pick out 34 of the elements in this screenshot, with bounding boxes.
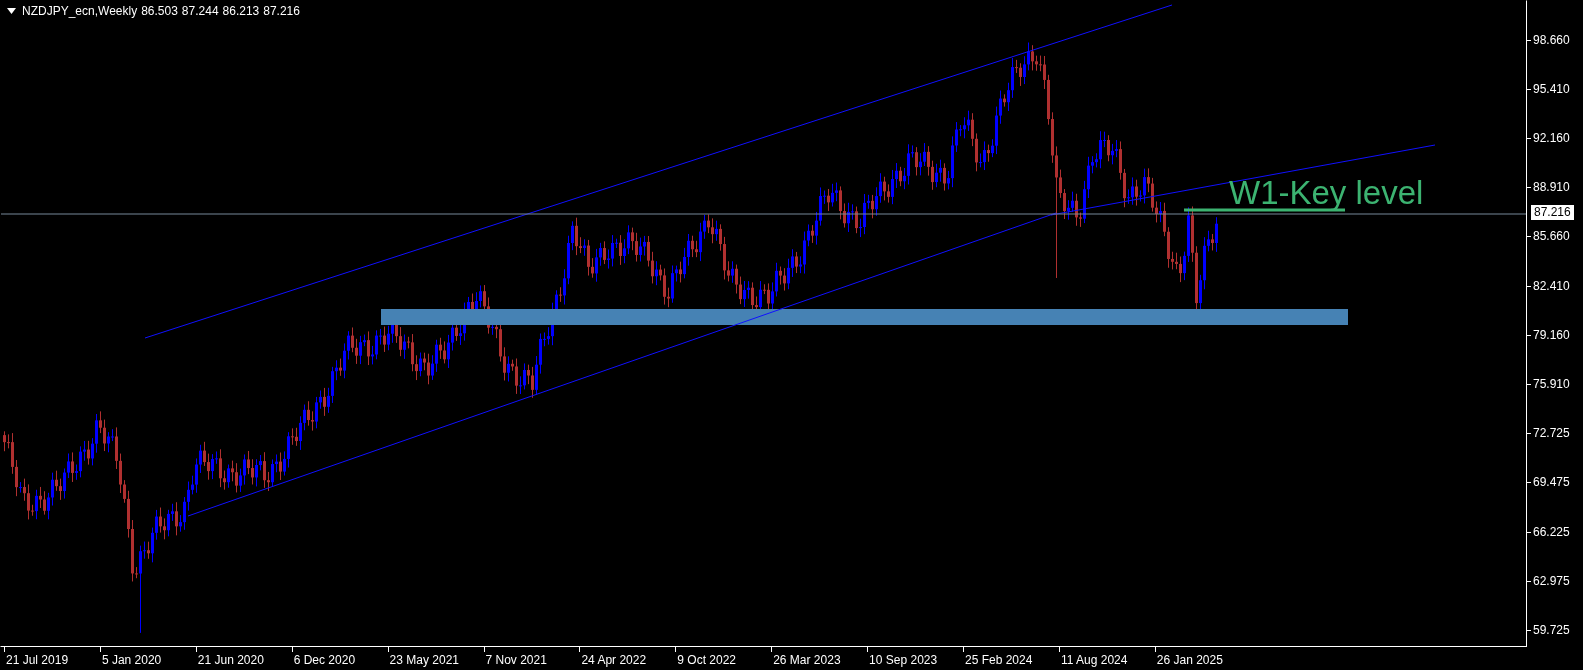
price-label: 69.475 xyxy=(1533,474,1570,491)
price-label: 98.660 xyxy=(1533,31,1570,48)
date-label: 25 Feb 2024 xyxy=(965,653,1033,667)
symbol-title: NZDJPY_ecn,Weekly xyxy=(22,4,138,18)
date-label: 23 May 2021 xyxy=(389,653,459,667)
price-label: 92.160 xyxy=(1533,129,1570,146)
date-label: 9 Oct 2022 xyxy=(677,653,736,667)
price-label: 88.910 xyxy=(1533,179,1570,196)
price-label: 72.725 xyxy=(1533,425,1570,442)
date-label: 24 Apr 2022 xyxy=(581,653,647,667)
ohlc-value: 87.216 xyxy=(263,4,300,18)
ohlc-value: 87.244 xyxy=(181,4,219,18)
dropdown-icon[interactable] xyxy=(7,8,16,14)
date-label: 11 Aug 2024 xyxy=(1060,653,1128,667)
date-label: 21 Jul 2019 xyxy=(6,653,69,667)
ohlc-value: 86.213 xyxy=(222,4,260,18)
price-label: 82.410 xyxy=(1533,277,1570,294)
date-label: 7 Nov 2021 xyxy=(485,653,547,667)
price-label: 66.225 xyxy=(1533,523,1570,540)
date-label: 6 Dec 2020 xyxy=(293,653,356,667)
price-label: 59.725 xyxy=(1533,621,1570,638)
price-label: 79.160 xyxy=(1533,326,1570,343)
date-label: 26 Jan 2025 xyxy=(1156,653,1223,667)
price-label: 95.410 xyxy=(1533,80,1570,97)
date-label: 26 Mar 2023 xyxy=(773,653,841,667)
price-label: 75.910 xyxy=(1533,375,1570,392)
price-label: 62.975 xyxy=(1533,572,1570,589)
current-price-label: 87.216 xyxy=(1531,205,1574,220)
price-label: 85.660 xyxy=(1533,228,1570,245)
date-label: 10 Sep 2023 xyxy=(869,653,938,667)
key-level-label: W1-Key level xyxy=(1229,179,1424,207)
date-label: 5 Jan 2020 xyxy=(101,653,162,667)
date-label: 21 Jun 2020 xyxy=(197,653,264,667)
ohlc-value: 86.503 xyxy=(141,4,178,18)
